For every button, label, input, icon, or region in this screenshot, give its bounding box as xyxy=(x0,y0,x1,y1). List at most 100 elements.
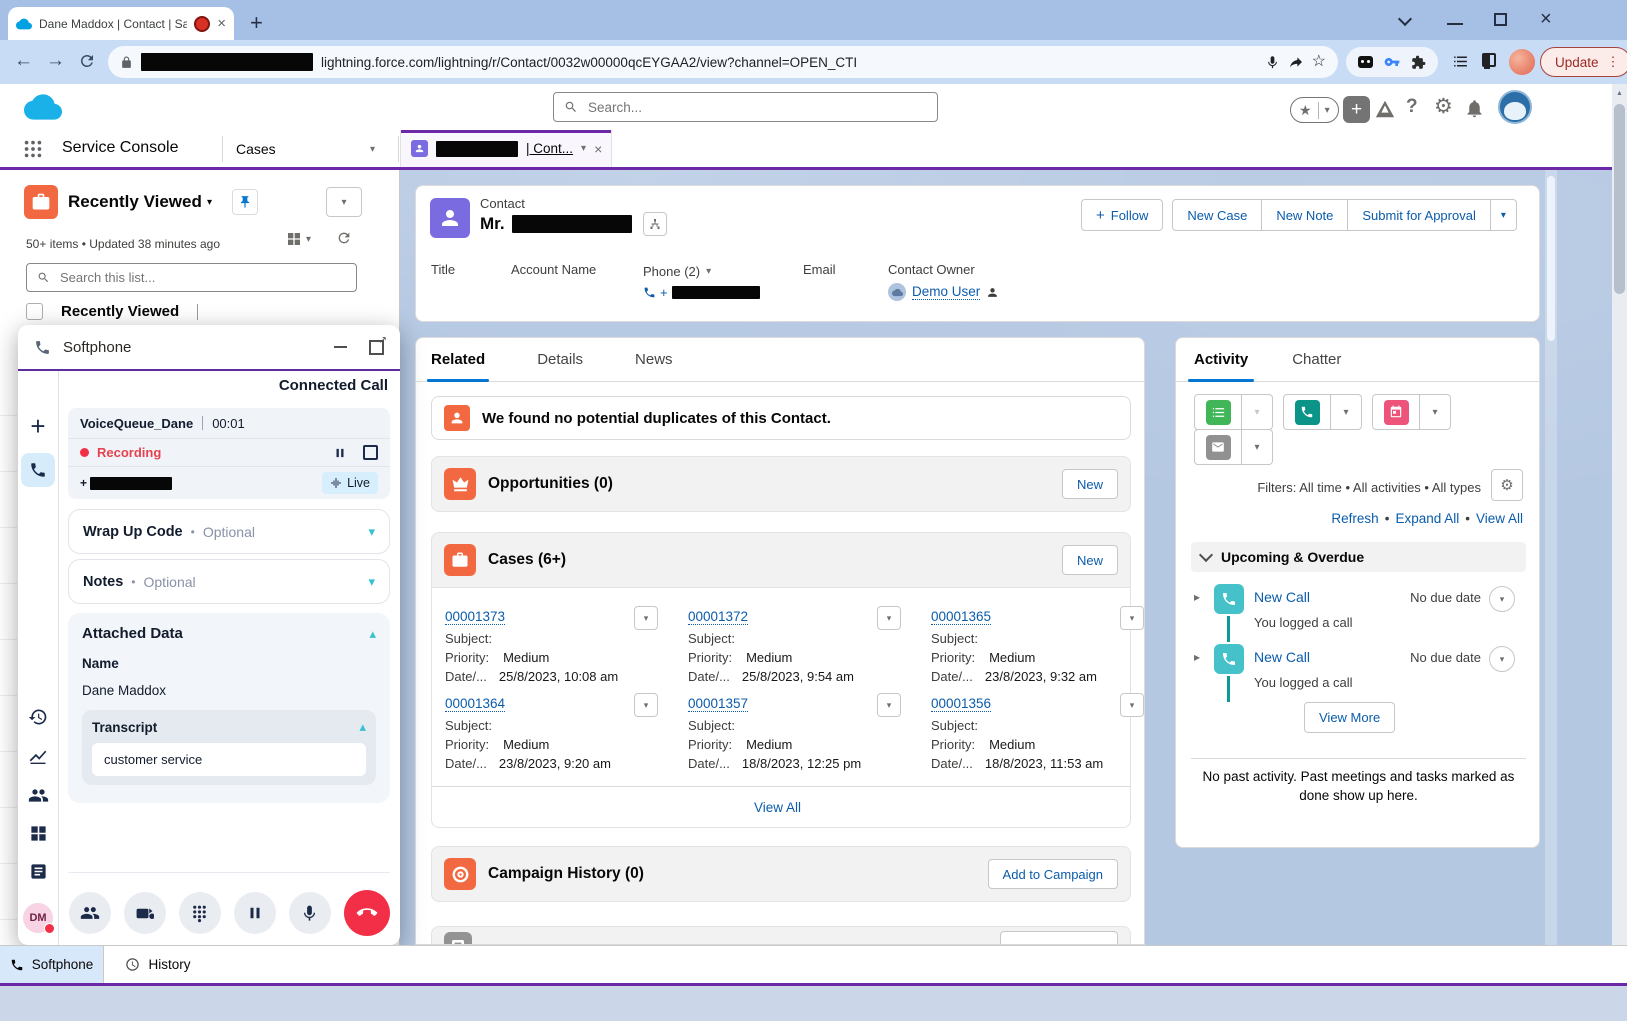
rail-calls-item-active[interactable] xyxy=(21,453,55,487)
case-tile[interactable]: 00001357 ▾ Subject: Priority:Medium Date… xyxy=(688,696,903,771)
hierarchy-button[interactable] xyxy=(643,212,667,236)
list-actions-dropdown-button[interactable]: ▾ xyxy=(326,187,362,217)
cases-section-header[interactable]: Cases (6+) New xyxy=(431,532,1131,588)
case-tile[interactable]: 00001373 ▾ Subject: Priority:Medium Date… xyxy=(445,609,660,684)
tab-chatter[interactable]: Chatter xyxy=(1292,351,1341,368)
activity-filter-gear-button[interactable]: ⚙ xyxy=(1491,469,1523,501)
case-row-menu-button[interactable]: ▾ xyxy=(877,693,901,717)
list-view-dropdown-icon[interactable]: ▾ xyxy=(207,197,212,208)
global-actions-button[interactable]: + xyxy=(1343,96,1370,123)
row-checkbox[interactable] xyxy=(26,303,43,320)
tab-close-icon[interactable]: × xyxy=(217,16,226,31)
case-row-menu-button[interactable]: ▾ xyxy=(634,693,658,717)
case-row-menu-button[interactable]: ▾ xyxy=(877,606,901,630)
user-avatar[interactable] xyxy=(1498,90,1532,124)
notes-card[interactable]: Notes • Optional ▾ xyxy=(68,559,390,604)
task-dropdown-button[interactable]: ▾ xyxy=(1242,394,1273,430)
mute-button[interactable] xyxy=(289,892,331,934)
favorites-dropdown-icon[interactable]: ▾ xyxy=(1319,105,1336,116)
new-task-button[interactable] xyxy=(1194,394,1242,430)
list-search-input[interactable] xyxy=(58,269,346,286)
help-icon[interactable]: ? xyxy=(1406,96,1418,118)
browser-tab[interactable]: Dane Maddox | Contact | Sal × xyxy=(8,7,234,40)
favorites-star-icon[interactable]: ★ xyxy=(1293,102,1319,119)
reload-button[interactable] xyxy=(78,52,96,70)
window-maximize-button[interactable] xyxy=(1494,13,1507,26)
utility-history-tab[interactable]: History xyxy=(104,946,212,983)
field-owner-value[interactable]: Demo User xyxy=(888,283,999,301)
log-call-button[interactable] xyxy=(1283,394,1331,430)
setup-gear-icon[interactable]: ⚙ xyxy=(1434,94,1453,119)
timeline-item-title[interactable]: New Call xyxy=(1254,649,1310,665)
rail-apps-icon[interactable] xyxy=(18,824,58,843)
upcoming-overdue-bar[interactable]: Upcoming & Overdue xyxy=(1191,542,1526,572)
timeline-expand-icon[interactable]: ▸ xyxy=(1194,590,1200,604)
global-search-input[interactable] xyxy=(586,99,927,116)
tab-news[interactable]: News xyxy=(635,351,673,368)
browser-menu-icon[interactable]: ⋮ xyxy=(1607,54,1620,70)
softphone-popout-icon[interactable]: ↗ xyxy=(369,340,384,355)
call-dropdown-button[interactable]: ▾ xyxy=(1331,394,1362,430)
case-number-link[interactable]: 00001372 xyxy=(688,609,748,625)
content-scrollbar[interactable] xyxy=(1545,170,1557,945)
robot-extension-icon[interactable] xyxy=(1358,56,1373,68)
campaign-history-title[interactable]: Campaign History (0) xyxy=(488,865,976,883)
add-to-campaign-button[interactable]: Add to Campaign xyxy=(988,859,1118,889)
case-number-link[interactable]: 00001373 xyxy=(445,609,505,625)
column-divider[interactable] xyxy=(197,304,198,320)
back-button[interactable]: ← xyxy=(14,50,33,72)
view-all-link[interactable]: View All xyxy=(1476,511,1523,526)
case-number-link[interactable]: 00001356 xyxy=(931,696,991,712)
window-close-button[interactable]: × xyxy=(1540,8,1552,31)
key-extension-icon[interactable] xyxy=(1384,54,1400,70)
rail-notes-icon[interactable] xyxy=(18,862,58,881)
notes-expand-icon[interactable]: ▾ xyxy=(368,574,375,590)
phone-dropdown-icon[interactable]: ▾ xyxy=(706,266,711,277)
campaign-history-section-header[interactable]: Campaign History (0) Add to Campaign xyxy=(431,846,1131,902)
tab-related[interactable]: Related xyxy=(431,338,485,382)
browser-scrollbar-thumb[interactable] xyxy=(1614,104,1625,294)
dialpad-button[interactable] xyxy=(179,892,221,934)
case-tile[interactable]: 00001372 ▾ Subject: Priority:Medium Date… xyxy=(688,609,903,684)
opportunities-title[interactable]: Opportunities (0) xyxy=(488,475,1050,493)
notifications-bell-icon[interactable] xyxy=(1464,98,1485,119)
rail-contacts-icon[interactable] xyxy=(18,785,58,806)
conference-button[interactable] xyxy=(69,892,111,934)
transcript-collapse-icon[interactable]: ▴ xyxy=(359,719,366,735)
section-collapse-icon[interactable] xyxy=(1199,548,1213,562)
side-panel-icon[interactable] xyxy=(1482,53,1496,67)
opportunities-section-header[interactable]: Opportunities (0) New xyxy=(431,456,1131,512)
email-button[interactable] xyxy=(1194,429,1242,465)
record-tab-contact[interactable]: | Cont... ▾ × xyxy=(400,130,612,167)
lock-icon[interactable] xyxy=(120,56,133,69)
more-actions-dropdown-button[interactable]: ▾ xyxy=(1490,199,1517,231)
change-owner-icon[interactable] xyxy=(986,286,999,299)
new-tab-button[interactable]: + xyxy=(250,10,263,36)
browser-scrollbar[interactable]: ▲ xyxy=(1612,84,1627,1021)
global-search-box[interactable] xyxy=(553,92,938,122)
case-number-link[interactable]: 00001365 xyxy=(931,609,991,625)
list-first-row[interactable]: Recently Viewed xyxy=(26,303,198,320)
new-note-button[interactable]: New Note xyxy=(1261,199,1348,231)
end-call-button[interactable] xyxy=(344,890,390,936)
submit-for-approval-button[interactable]: Submit for Approval xyxy=(1347,199,1490,231)
list-search-box[interactable] xyxy=(26,263,357,292)
chrome-update-button[interactable]: Update ⋮ xyxy=(1540,47,1627,77)
next-section-header-partial[interactable] xyxy=(431,926,1131,945)
wrapup-code-card[interactable]: Wrap Up Code • Optional ▾ xyxy=(68,509,390,554)
timeline-item-menu-button[interactable]: ▾ xyxy=(1489,586,1515,612)
softphone-header[interactable]: Softphone ↗ xyxy=(18,325,400,371)
nav-tab-cases-dropdown-icon[interactable]: ▾ xyxy=(370,144,375,155)
mic-permission-icon[interactable] xyxy=(1265,55,1280,70)
email-dropdown-button[interactable]: ▾ xyxy=(1242,429,1273,465)
owner-link[interactable]: Demo User xyxy=(912,284,980,300)
favorites-button[interactable]: ★ ▾ xyxy=(1290,97,1339,123)
new-event-button[interactable] xyxy=(1372,394,1420,430)
pause-recording-icon[interactable] xyxy=(333,446,347,460)
reading-list-icon[interactable] xyxy=(1452,53,1469,70)
hold-button[interactable] xyxy=(234,892,276,934)
record-tab-dropdown-icon[interactable]: ▾ xyxy=(581,143,586,154)
rail-add-button[interactable]: + xyxy=(18,411,58,442)
case-number-link[interactable]: 00001357 xyxy=(688,696,748,712)
new-case-button[interactable]: New Case xyxy=(1172,199,1262,231)
